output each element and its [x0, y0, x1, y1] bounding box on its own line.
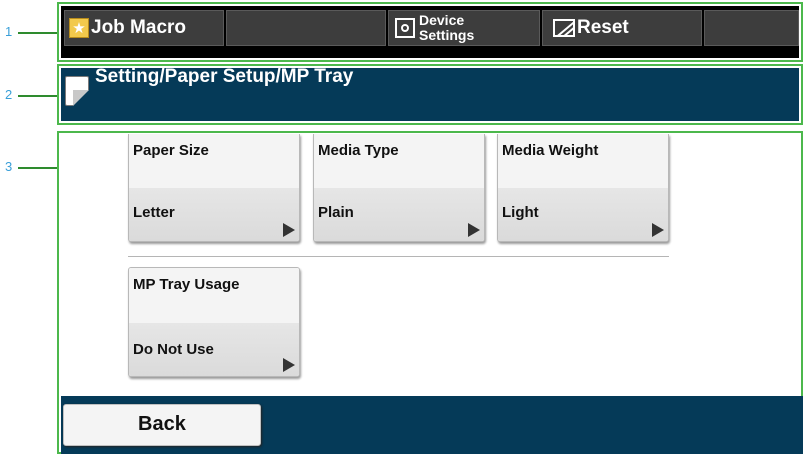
mp-tray-usage-setting-button[interactable]: MP Tray Usage Do Not Use — [128, 267, 300, 377]
callout-2: 2 — [5, 87, 13, 102]
page-title: Setting/Paper Setup/MP Tray — [95, 66, 354, 87]
device-settings-label: Device Settings — [419, 13, 474, 43]
paper-size-setting-button[interactable]: Paper Size Letter — [128, 134, 300, 242]
media-weight-value: Light — [502, 204, 539, 221]
mp-tray-usage-label: MP Tray Usage — [133, 276, 240, 293]
leader-line-1 — [18, 32, 57, 34]
paper-size-value: Letter — [133, 204, 175, 221]
star-icon: ★ — [69, 18, 89, 38]
media-type-label: Media Type — [318, 142, 399, 159]
back-label: Back — [138, 413, 186, 435]
paper-size-label: Paper Size — [133, 142, 209, 159]
callout-3: 3 — [5, 159, 13, 174]
mp-tray-usage-value: Do Not Use — [133, 341, 214, 358]
leader-line-3 — [18, 167, 57, 169]
reset-button[interactable]: Reset — [542, 10, 702, 46]
play-arrow-icon — [283, 358, 295, 372]
play-arrow-icon — [283, 223, 295, 237]
media-type-value: Plain — [318, 204, 354, 221]
top-toolbar: ★ Job Macro Device Settings Reset — [61, 6, 799, 58]
job-macro-button[interactable]: ★ Job Macro — [64, 10, 224, 46]
media-type-setting-button[interactable]: Media Type Plain — [313, 134, 485, 242]
divider — [128, 256, 669, 257]
toolbar-empty-slot — [226, 10, 386, 46]
media-weight-setting-button[interactable]: Media Weight Light — [497, 134, 669, 242]
play-arrow-icon — [468, 223, 480, 237]
back-button[interactable]: Back — [63, 404, 261, 446]
bottom-bar: Back — [61, 396, 803, 454]
gear-icon — [395, 18, 415, 38]
job-macro-label: Job Macro — [91, 17, 187, 38]
reset-label: Reset — [577, 17, 629, 38]
device-settings-line1: Device — [419, 12, 465, 28]
leader-line-2 — [18, 95, 57, 97]
toolbar-empty-slot — [704, 10, 799, 46]
screen-header: Setting/Paper Setup/MP Tray — [61, 66, 799, 121]
document-icon — [65, 76, 89, 106]
device-settings-line2: Settings — [419, 27, 475, 43]
callout-1: 1 — [5, 24, 13, 39]
play-arrow-icon — [652, 223, 664, 237]
device-settings-button[interactable]: Device Settings — [388, 10, 540, 46]
media-weight-label: Media Weight — [502, 142, 599, 159]
reset-icon — [553, 19, 575, 37]
